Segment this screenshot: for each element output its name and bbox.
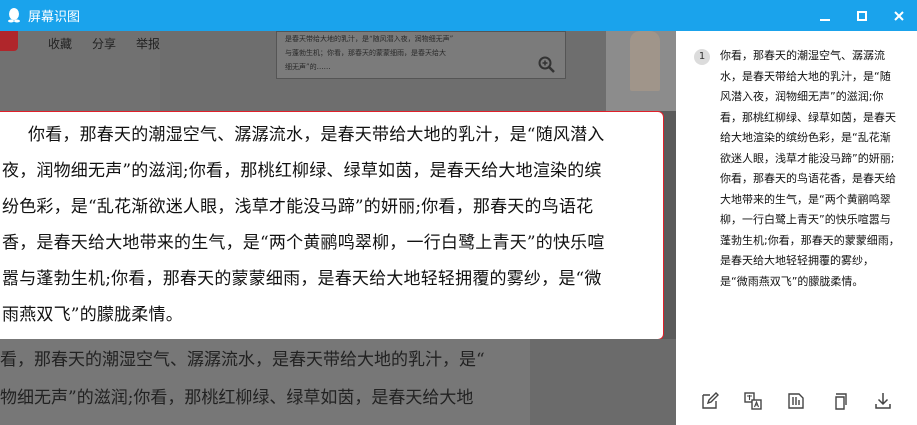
copy-button[interactable] (828, 389, 852, 413)
capture-page-snippet: 是春天带给大地的乳汁，是“随风潜入夜，润物细无声” 与蓬勃生机；你看，那春天的蒙… (276, 31, 566, 79)
captured-screenshot: 收藏 分享 举报 是春天带给大地的乳汁，是“随风潜入夜，润物细无声” 与蓬勃生机… (0, 31, 676, 425)
selected-text-line: 雨燕双飞”的朦胧柔情。 (2, 305, 183, 325)
selected-text-line: 你看，那春天的潮湿空气、潺潺流水，是春天带给大地的乳汁，是“随风潜入 (28, 125, 605, 145)
capture-top-region: 收藏 分享 举报 是春天带给大地的乳汁，是“随风潜入夜，润物细无声” 与蓬勃生机… (0, 31, 676, 111)
window-title: 屏幕识图 (28, 10, 81, 25)
close-icon (893, 10, 904, 21)
minimize-button[interactable] (806, 0, 843, 31)
capture-tool-favorite: 收藏 (48, 37, 73, 51)
ocr-result-panel: 1 你看，那春天的潮湿空气、潺潺流水，是春天带给大地的乳汁，是“随风潜入夜，润物… (676, 31, 917, 425)
result-index-badge: 1 (694, 49, 710, 65)
capture-tool-share: 分享 (92, 37, 117, 51)
edit-icon (701, 392, 719, 409)
capture-page-line: 细无声”的…… (285, 63, 331, 71)
ocr-selection-region: 你看，那春天的潮湿空气、潺潺流水，是春天带给大地的乳汁，是“随风潜入 夜，润物细… (0, 111, 664, 340)
capture-page-line: 是春天带给大地的乳汁，是“随风潜入夜，润物细无声” (285, 35, 454, 43)
selected-text-line: 纷色彩，是“乱花渐欲迷人眼，浅草才能没马蹄”的妍丽;你看，那春天的鸟语花 (2, 197, 594, 217)
selected-text-line: 香，是春天给大地带来的生气，是“两个黄鹂鸣翠柳，一行白鹭上青天”的快乐喧 (2, 233, 605, 253)
minimize-icon (819, 18, 830, 21)
close-button[interactable] (880, 0, 917, 31)
capture-bottom-page: 看，那春天的潮湿空气、潺潺流水，是春天带给大地的乳汁，是“ 物细无声”的滋润;你… (0, 339, 530, 425)
capture-toolbar: 收藏 分享 举报 (0, 31, 160, 111)
selected-text-line: 嚣与蓬勃生机;你看，那春天的蒙蒙细雨，是春天给大地轻轻拥覆的雾纱，是“微 (2, 269, 602, 289)
selected-text-line: 夜，润物细无声”的滋润;你看，那桃红柳绿、绿草如茵，是春天给大地渲染的缤 (2, 161, 602, 181)
download-button[interactable] (871, 389, 895, 413)
capture-figure-image (630, 31, 660, 91)
maximize-icon (856, 10, 867, 21)
translate-icon (744, 392, 762, 410)
capture-bottom-region: 看，那春天的潮湿空气、潺潺流水，是春天带给大地的乳汁，是“ 物细无声”的滋润;你… (0, 339, 676, 425)
capture-red-badge (0, 31, 18, 51)
capture-bottom-line: 物细无声”的滋润;你看，那桃红柳绿、绿草如茵，是春天给大地 (0, 388, 474, 408)
edit-button[interactable] (698, 389, 722, 413)
zoom-in-icon (538, 56, 556, 78)
maximize-button[interactable] (843, 0, 880, 31)
screenshot-icon (788, 393, 805, 409)
title-bar: 屏幕识图 (0, 0, 917, 31)
copy-icon (835, 393, 847, 410)
result-action-bar (676, 387, 917, 415)
ocr-result-text[interactable]: 你看，那春天的潮湿空气、潺潺流水，是春天带给大地的乳汁，是“随风潜入夜，润物细无… (720, 46, 900, 292)
download-icon (875, 393, 891, 409)
capture-page-line: 与蓬勃生机；你看，那春天的蒙蒙细雨，是春天给大 (285, 49, 446, 57)
translate-button[interactable] (741, 389, 765, 413)
capture-tool-report: 举报 (136, 37, 161, 51)
capture-bottom-line: 看，那春天的潮湿空气、潺潺流水，是春天带给大地的乳汁，是“ (0, 350, 485, 370)
screenshot-button[interactable] (784, 389, 808, 413)
app-logo-icon (6, 8, 22, 24)
